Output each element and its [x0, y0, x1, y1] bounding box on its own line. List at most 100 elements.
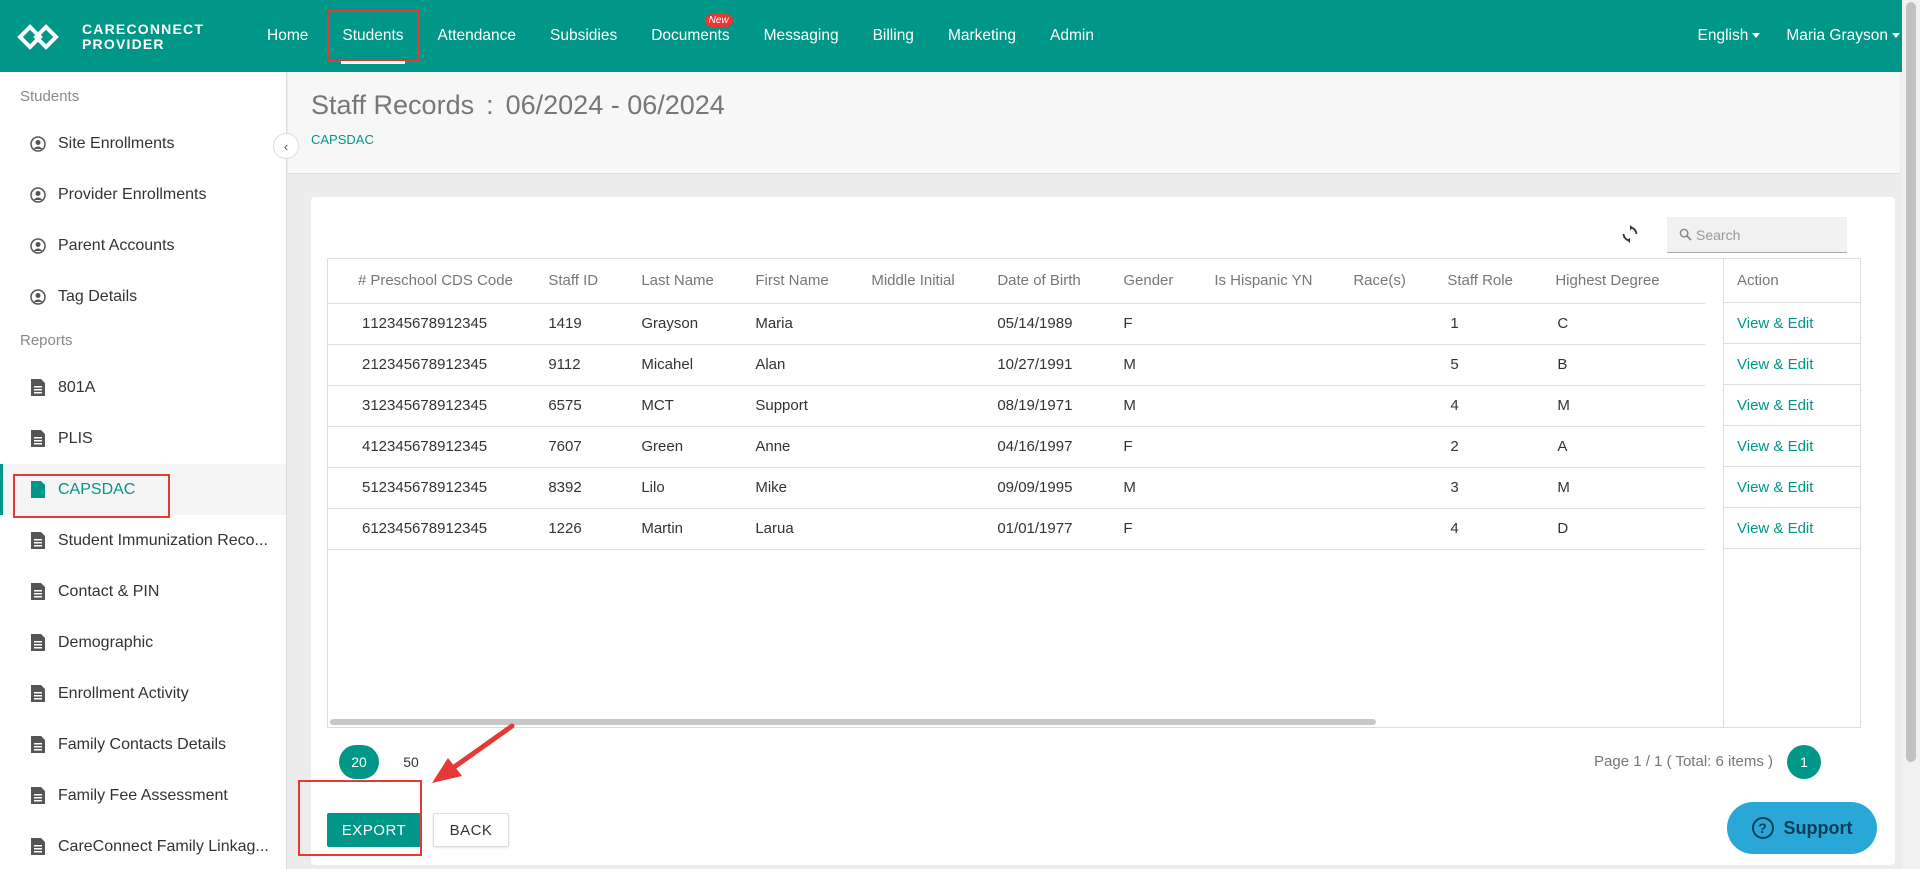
horizontal-scrollbar[interactable] — [330, 719, 1376, 725]
cell-first-name: Alan — [755, 344, 872, 386]
cell-number: 5 — [328, 467, 371, 509]
cell-staff-role: 4 — [1447, 508, 1556, 550]
export-button[interactable]: EXPORT — [327, 813, 421, 847]
refresh-icon[interactable] — [1619, 223, 1641, 245]
cell-staff-id: 7607 — [548, 426, 642, 468]
view-edit-link[interactable]: View & Edit — [1724, 385, 1860, 426]
view-edit-link[interactable]: View & Edit — [1724, 344, 1860, 385]
sidebar-item-capsdac[interactable]: CAPSDAC — [0, 464, 286, 515]
nav-students[interactable]: Students — [325, 8, 420, 64]
nav-home[interactable]: Home — [250, 0, 325, 72]
sidebar-collapse-button[interactable]: ‹ — [273, 133, 299, 159]
table-row: 6 12345678912345 1226 Martin Larua 01/01… — [328, 508, 1706, 550]
cell-cds-code: 12345678912345 — [370, 385, 549, 427]
col-cds-code[interactable]: Preschool CDS Code — [370, 259, 549, 304]
sidebar-item-family-linkage[interactable]: CareConnect Family Linkag... — [0, 821, 286, 869]
document-icon — [30, 379, 46, 397]
sidebar-item-enrollment-activity[interactable]: Enrollment Activity — [0, 668, 286, 719]
col-staff-id[interactable]: Staff ID — [548, 259, 642, 304]
sidebar-item-provider-enrollments[interactable]: Provider Enrollments — [0, 169, 286, 220]
sidebar-item-family-contacts[interactable]: Family Contacts Details — [0, 719, 286, 770]
search-box — [1667, 217, 1847, 253]
main-nav: Home Students Attendance Subsidies Docum… — [250, 0, 1111, 72]
document-icon — [30, 838, 46, 856]
page-size-20[interactable]: 20 — [339, 745, 379, 779]
nav-subsidies[interactable]: Subsidies — [533, 0, 634, 72]
cell-staff-id: 8392 — [548, 467, 642, 509]
sidebar-item-label: Parent Accounts — [58, 236, 175, 254]
sidebar-item-demographic[interactable]: Demographic — [0, 617, 286, 668]
breadcrumb[interactable]: CAPSDAC — [311, 132, 374, 147]
col-gender[interactable]: Gender — [1123, 259, 1215, 304]
cell-number: 4 — [328, 426, 371, 468]
nav-marketing[interactable]: Marketing — [931, 0, 1033, 72]
col-middle-initial[interactable]: Middle Initial — [871, 259, 998, 304]
sidebar-item-801a[interactable]: 801A — [0, 362, 286, 413]
cell-gender: F — [1123, 303, 1215, 345]
cell-hispanic — [1214, 385, 1354, 427]
table-row: 5 12345678912345 8392 Lilo Mike 09/09/19… — [328, 467, 1706, 509]
col-highest-degree[interactable]: Highest Degree — [1555, 259, 1706, 304]
nav-documents[interactable]: Documents New — [634, 0, 746, 72]
sidebar-item-contact-pin[interactable]: Contact & PIN — [0, 566, 286, 617]
cell-first-name: Mike — [755, 467, 872, 509]
nav-attendance[interactable]: Attendance — [421, 0, 533, 72]
cell-gender: F — [1123, 508, 1215, 550]
sidebar-item-parent-accounts[interactable]: Parent Accounts — [0, 220, 286, 271]
sidebar-item-site-enrollments[interactable]: Site Enrollments — [0, 118, 286, 169]
cell-first-name: Support — [755, 385, 872, 427]
col-action: Action — [1724, 259, 1860, 303]
brand-logo[interactable]: CARECONNECT PROVIDER — [16, 20, 204, 54]
cell-races — [1353, 385, 1448, 427]
page-header: Staff Records:06/2024 - 06/2024 CAPSDAC — [288, 72, 1900, 174]
col-hispanic[interactable]: Is Hispanic YN — [1214, 259, 1354, 304]
language-dropdown[interactable]: English — [1698, 27, 1761, 45]
sidebar-item-label: Tag Details — [58, 287, 138, 305]
sidebar-item-plis[interactable]: PLIS — [0, 413, 286, 464]
cell-first-name: Larua — [755, 508, 872, 550]
top-navbar: CARECONNECT PROVIDER Home Students Atten… — [0, 0, 1920, 72]
sidebar-item-label: 801A — [58, 378, 96, 396]
scrollbar-thumb[interactable] — [1906, 2, 1916, 762]
nav-billing[interactable]: Billing — [856, 0, 931, 72]
cell-first-name: Maria — [755, 303, 872, 345]
table-row: 4 12345678912345 7607 Green Anne 04/16/1… — [328, 426, 1706, 468]
nav-documents-label: Documents — [651, 27, 730, 44]
sidebar-item-student-immunization[interactable]: Student Immunization Reco... — [0, 515, 286, 566]
col-first-name[interactable]: First Name — [755, 259, 872, 304]
view-edit-link[interactable]: View & Edit — [1724, 426, 1860, 467]
page-size-50[interactable]: 50 — [391, 745, 431, 779]
col-races[interactable]: Race(s) — [1353, 259, 1448, 304]
page-number-button[interactable]: 1 — [1787, 745, 1821, 779]
page-period: 06/2024 - 06/2024 — [505, 90, 725, 120]
support-button[interactable]: ? Support — [1727, 802, 1877, 854]
sidebar-item-tag-details[interactable]: Tag Details — [0, 271, 286, 322]
sidebar-item-label: PLIS — [58, 429, 93, 447]
cell-staff-id: 6575 — [548, 385, 642, 427]
cell-cds-code: 12345678912345 — [370, 426, 549, 468]
table-row: 1 12345678912345 1419 Grayson Maria 05/1… — [328, 303, 1706, 345]
pagination-info: Page 1 / 1 ( Total: 6 items ) — [1594, 753, 1773, 770]
document-icon — [30, 532, 46, 550]
cell-middle-initial — [871, 303, 998, 345]
sidebar-item-family-fee[interactable]: Family Fee Assessment — [0, 770, 286, 821]
col-staff-role[interactable]: Staff Role — [1447, 259, 1556, 304]
vertical-scrollbar[interactable] — [1902, 0, 1920, 869]
document-icon — [30, 787, 46, 805]
col-dob[interactable]: Date of Birth — [997, 259, 1124, 304]
col-number[interactable]: # — [328, 259, 371, 304]
sidebar-item-label: Family Contacts Details — [58, 735, 227, 753]
view-edit-link[interactable]: View & Edit — [1724, 508, 1860, 549]
view-edit-link[interactable]: View & Edit — [1724, 303, 1860, 344]
nav-admin[interactable]: Admin — [1033, 0, 1111, 72]
user-circle-icon — [30, 135, 46, 153]
back-button[interactable]: BACK — [433, 813, 509, 847]
search-icon — [1679, 228, 1692, 241]
search-input[interactable] — [1696, 226, 1836, 243]
col-last-name[interactable]: Last Name — [641, 259, 756, 304]
view-edit-link[interactable]: View & Edit — [1724, 467, 1860, 508]
user-menu[interactable]: Maria Grayson — [1786, 27, 1900, 45]
page-title-text: Staff Records — [311, 90, 475, 120]
sidebar-item-label: Provider Enrollments — [58, 185, 207, 203]
nav-messaging[interactable]: Messaging — [747, 0, 856, 72]
